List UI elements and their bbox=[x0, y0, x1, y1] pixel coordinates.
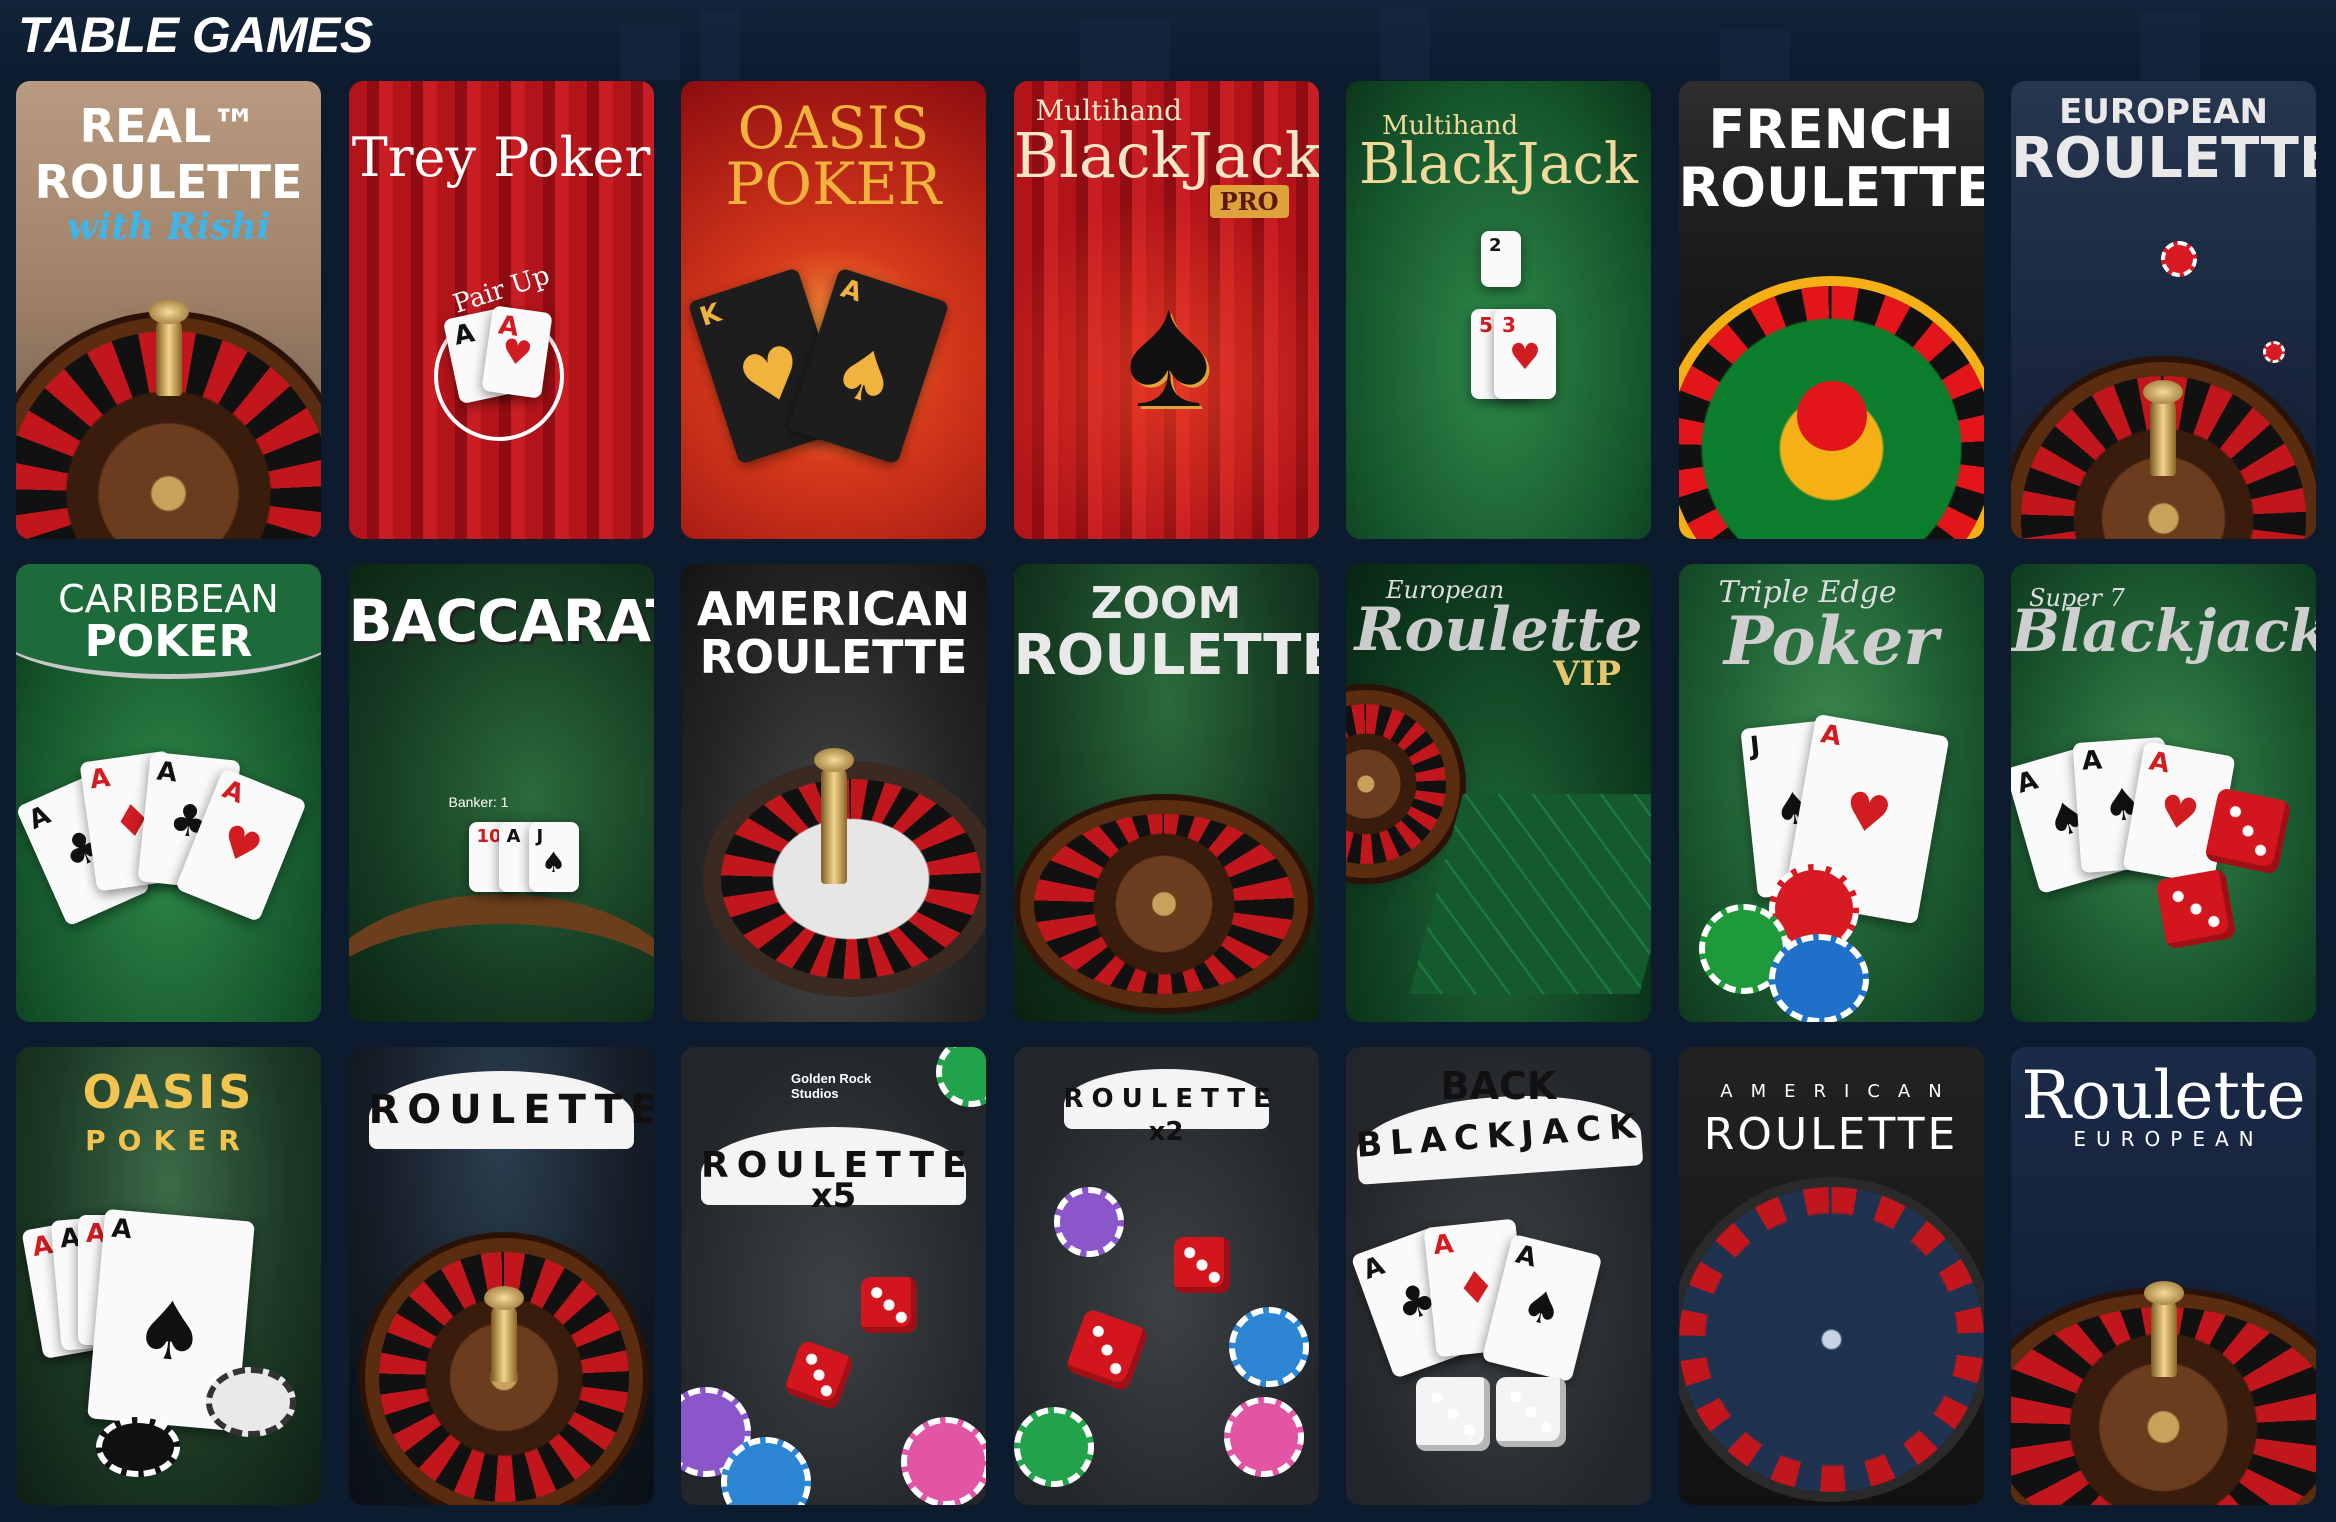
game-tile-baccarat[interactable]: BACCARAT Banker: 1 10 A J ♠ bbox=[348, 564, 654, 1022]
game-tile-french-roulette[interactable]: FRENCH ROULETTE bbox=[1678, 81, 1984, 539]
dealer-card: 2 bbox=[1481, 231, 1521, 287]
chip-red-icon bbox=[2161, 241, 2197, 277]
game-tile-oasis-poker-2[interactable]: OASIS POKER A A A A ♠ bbox=[16, 1047, 321, 1505]
game-tile-european-roulette-vip[interactable]: European Roulette VIP bbox=[1346, 564, 1651, 1022]
game-subtitle: with Rishi bbox=[66, 206, 271, 248]
game-title-line1: OASIS bbox=[82, 1065, 255, 1119]
game-tile-multihand-blackjack[interactable]: Multihand BlackJack 2 5 3 ♥ bbox=[1346, 81, 1651, 539]
game-tile-american-roulette-2[interactable]: AMERICAN ROULETTE bbox=[1678, 1047, 1984, 1505]
game-tile-roulette-x2[interactable]: ROULETTE x2 bbox=[1013, 1047, 1319, 1505]
game-title: BlackJack bbox=[1359, 132, 1638, 197]
roulette-wheel-image bbox=[1033, 814, 1294, 994]
multiplier-label: x5 bbox=[810, 1176, 857, 1216]
game-title-line1: BACK bbox=[1440, 1064, 1557, 1108]
pro-badge: PRO bbox=[1209, 185, 1289, 218]
game-tile-multihand-blackjack-pro[interactable]: Multihand BlackJack PRO ♠ bbox=[1013, 81, 1319, 539]
game-title-line1: CARIBBEAN bbox=[58, 577, 279, 621]
wheel-turret-image bbox=[483, 1286, 524, 1382]
game-tile-back-blackjack[interactable]: BACK BLACKJACK A ♣ A ♦ A ♠ bbox=[1346, 1047, 1651, 1505]
game-title: Trey Poker bbox=[351, 126, 651, 189]
game-title-line1: EUROPEAN bbox=[2059, 92, 2268, 132]
die-icon-2 bbox=[1496, 1377, 1566, 1447]
die-icon-2 bbox=[2155, 868, 2237, 950]
roulette-wheel-image bbox=[1346, 704, 1446, 864]
game-tile-roulette-x5[interactable]: Golden Rock Studios ROULETTE x5 bbox=[681, 1047, 986, 1505]
game-title-line1: FRENCH bbox=[1708, 98, 1954, 161]
table-rail bbox=[348, 894, 654, 1022]
chip-blue-icon bbox=[1768, 934, 1869, 1022]
game-tile-american-roulette[interactable]: AMERICAN ROULETTE bbox=[681, 564, 986, 1022]
game-title: BlackJack bbox=[1013, 119, 1319, 192]
die-icon bbox=[2204, 787, 2292, 875]
chip-green-icon bbox=[936, 1047, 986, 1107]
studio-logo: Golden Rock Studios bbox=[791, 1071, 872, 1101]
chip-green-icon bbox=[1013, 1407, 1094, 1487]
card-jack: J ♠ bbox=[528, 822, 579, 892]
game-title: ROULETTE bbox=[368, 1071, 654, 1149]
chip-black-icon bbox=[96, 1417, 180, 1477]
die-icon-1 bbox=[861, 1277, 917, 1333]
games-grid: REAL™ ROULETTE with Rishi Trey Poker A A… bbox=[16, 81, 2316, 1505]
wheel-turret-image bbox=[149, 300, 189, 396]
game-title-line1: REAL™ bbox=[79, 99, 258, 153]
game-title: Roulette bbox=[2021, 1057, 2306, 1134]
game-title-line1: OASIS bbox=[737, 94, 930, 162]
game-tile-roulette[interactable]: ROULETTE bbox=[348, 1047, 654, 1505]
game-title-line2: ROULETTE bbox=[1703, 1109, 1959, 1160]
roulette-wheel-image bbox=[721, 779, 981, 979]
die-icon-2 bbox=[1064, 1307, 1149, 1393]
die-icon-1 bbox=[1173, 1237, 1230, 1293]
game-tile-oasis-poker[interactable]: OASIS POKER K ♥ A ♠ bbox=[681, 81, 986, 539]
game-title: Roulette bbox=[1354, 595, 1643, 665]
game-tile-caribbean-poker[interactable]: CARIBBEAN POKER A ♣ A ♦ A ♣ A ♥ bbox=[16, 564, 321, 1022]
game-tile-roulette-european[interactable]: Roulette EUROPEAN bbox=[2011, 1047, 2316, 1505]
chip-purple-icon bbox=[1053, 1187, 1124, 1257]
game-title-line2: ROULETTE bbox=[699, 630, 968, 684]
wheel-cross-icon bbox=[1796, 381, 1867, 451]
wheel-turret-image bbox=[2143, 380, 2183, 476]
chip-white-icon bbox=[206, 1367, 296, 1437]
roulette-wheel-image bbox=[1678, 1187, 1984, 1492]
game-title: BACCARAT bbox=[348, 587, 654, 655]
vip-label: VIP bbox=[1553, 654, 1621, 694]
game-title-line1: ZOOM bbox=[1090, 578, 1242, 629]
chip-pink-icon bbox=[901, 1417, 986, 1505]
die-icon-1 bbox=[1416, 1377, 1490, 1451]
game-tile-european-roulette[interactable]: EUROPEAN ROULETTE bbox=[2011, 81, 2316, 539]
game-tile-zoom-roulette[interactable]: ZOOM ROULETTE bbox=[1013, 564, 1319, 1022]
game-title-line2: ROULETTE bbox=[1678, 156, 1984, 219]
wheel-turret-image bbox=[2144, 1281, 2184, 1377]
wheel-turret-image bbox=[814, 748, 854, 884]
game-title-line2: ROULETTE bbox=[1013, 623, 1319, 688]
chip-blue-icon bbox=[1228, 1307, 1309, 1387]
section-title: TABLE GAMES bbox=[18, 7, 373, 63]
multiplier-label: x2 bbox=[1148, 1117, 1184, 1147]
game-title-line2: ROULETTE bbox=[2011, 126, 2316, 191]
game-title-line1: AMERICAN bbox=[1720, 1081, 1960, 1102]
game-title: Blackjack bbox=[2011, 597, 2316, 665]
chip-pink-icon bbox=[1223, 1397, 1304, 1477]
game-tile-real-roulette-with-rishi[interactable]: REAL™ ROULETTE with Rishi bbox=[16, 81, 321, 539]
game-title-line2: POKER bbox=[84, 616, 253, 667]
card-ace-spades: A ♠ bbox=[787, 267, 950, 465]
game-tile-super-7-blackjack[interactable]: Super 7 Blackjack A ♠ A ♠ A ♥ bbox=[2011, 564, 2316, 1022]
game-title-line2: POKER bbox=[85, 1124, 252, 1157]
game-subtitle: EUROPEAN bbox=[2073, 1127, 2264, 1151]
game-title-line2: ROULETTE bbox=[34, 155, 303, 209]
game-tile-trey-poker[interactable]: Trey Poker A A ♥ Pair Up bbox=[348, 81, 654, 539]
game-title-line1: AMERICAN bbox=[696, 582, 971, 636]
game-tile-triple-edge-poker[interactable]: Triple Edge Poker J ♠ A ♥ bbox=[1678, 564, 1984, 1022]
card-ace-hearts: A ♥ bbox=[480, 305, 553, 399]
betting-layout bbox=[1409, 794, 1651, 994]
player-card-3: 3 ♥ bbox=[1494, 309, 1556, 399]
spade-jack-icon: ♠ bbox=[1126, 261, 1211, 440]
chip-red-small-icon bbox=[2263, 341, 2285, 363]
game-title-line2: POKER bbox=[725, 150, 942, 218]
banker-label: Banker: 1 bbox=[448, 794, 509, 810]
game-title: Poker bbox=[1723, 602, 1939, 680]
die-icon-2 bbox=[783, 1339, 855, 1411]
